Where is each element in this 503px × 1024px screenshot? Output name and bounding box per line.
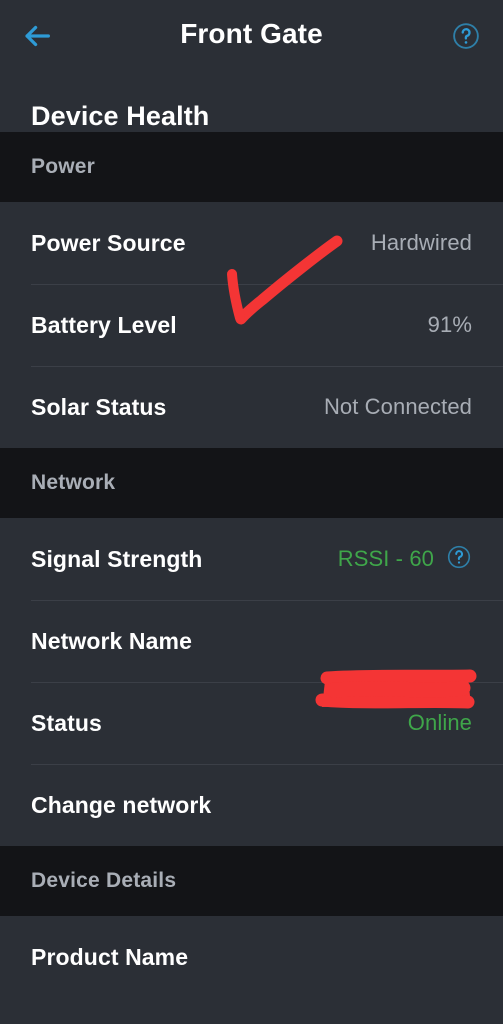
row-value: Not Connected	[323, 394, 472, 419]
help-circle-icon	[446, 544, 472, 575]
row-label: Change network	[31, 791, 212, 818]
help-circle-icon	[451, 21, 481, 56]
row-label: Network Name	[31, 627, 192, 654]
row-value: Hardwired	[370, 230, 472, 255]
top-bar: Front Gate	[0, 0, 503, 75]
header-help-button[interactable]	[445, 17, 487, 59]
row-value: 91%	[427, 312, 472, 337]
row-label: Solar Status	[31, 393, 167, 420]
page-header-title: Front Gate	[180, 18, 323, 49]
row-label: Power Source	[31, 229, 186, 256]
section-header-label: Power	[31, 155, 96, 178]
section-rows-device-details: Product Name	[0, 916, 503, 998]
signal-strength-help-button[interactable]	[446, 544, 472, 575]
row-status[interactable]: Status Online	[0, 682, 503, 764]
row-label: Battery Level	[31, 311, 177, 338]
row-label: Signal Strength	[31, 545, 203, 572]
row-value-group: 91%	[428, 312, 472, 338]
row-value-group: RSSI - 60	[337, 544, 472, 575]
row-solar-status[interactable]: Solar Status Not Connected	[0, 366, 503, 448]
row-product-name[interactable]: Product Name	[0, 916, 503, 998]
row-value-group: Online	[408, 710, 472, 736]
device-health-screen: Front Gate Device Health Power Power Sou…	[0, 0, 503, 1024]
row-power-source[interactable]: Power Source Hardwired	[0, 202, 503, 284]
row-label: Product Name	[31, 943, 189, 970]
row-battery-level[interactable]: Battery Level 91%	[0, 284, 503, 366]
section-rows-network: Signal Strength RSSI - 60 Network Name S…	[0, 518, 503, 846]
row-value: RSSI - 60	[337, 546, 434, 571]
section-rows-power: Power Source Hardwired Battery Level 91%…	[0, 202, 503, 448]
section-header-power: Power	[0, 132, 503, 202]
row-value-group: Hardwired	[371, 230, 472, 256]
page-title: Device Health	[31, 101, 210, 131]
section-header-device-details: Device Details	[0, 846, 503, 916]
row-change-network[interactable]: Change network	[0, 764, 503, 846]
row-signal-strength[interactable]: Signal Strength RSSI - 60	[0, 518, 503, 600]
section-header-label: Network	[31, 471, 116, 494]
section-header-network: Network	[0, 448, 503, 518]
row-value-group: Not Connected	[324, 394, 472, 420]
row-label: Status	[31, 709, 102, 736]
row-network-name[interactable]: Network Name	[0, 600, 503, 682]
row-value: Online	[407, 710, 472, 735]
section-header-label: Device Details	[31, 869, 177, 892]
